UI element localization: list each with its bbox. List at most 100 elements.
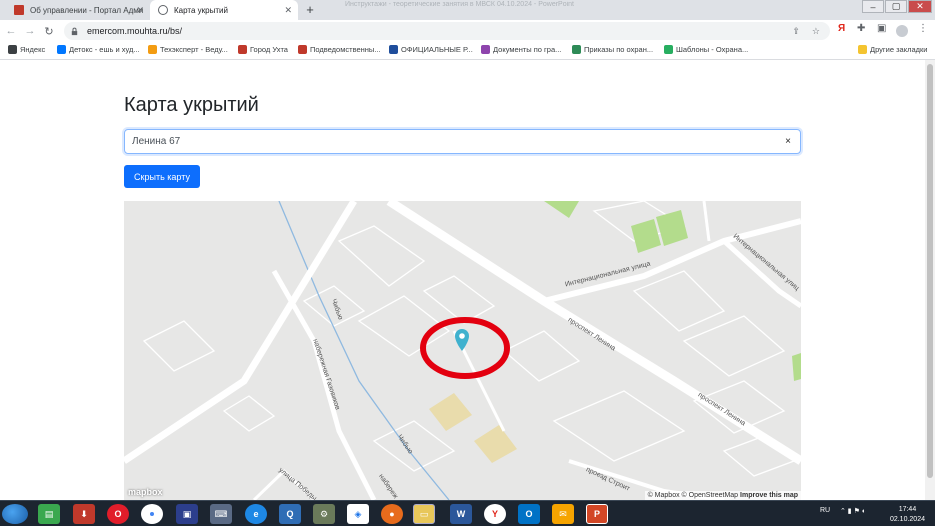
bookmark-star-icon[interactable]: ☆ — [812, 26, 820, 37]
map[interactable]: Интернациональная улица Интернациональна… — [124, 201, 801, 500]
word-icon[interactable]: W — [450, 504, 472, 524]
bookmark-label: Техэксперт - Веду... — [160, 45, 228, 54]
road — [124, 201, 357, 464]
forward-icon[interactable]: → — [22, 25, 38, 37]
map-attribution: © Mapbox © OpenStreetMap Improve this ma… — [644, 491, 801, 500]
park — [656, 210, 688, 246]
powerpoint-icon[interactable]: P — [586, 504, 608, 524]
download-app-icon[interactable]: ⬇ — [73, 504, 95, 524]
hide-map-button[interactable]: Скрыть карту — [124, 165, 200, 188]
attribution-osm[interactable]: © OpenStreetMap — [682, 492, 739, 499]
maximize-button[interactable]: ▢ — [885, 0, 907, 13]
bookmark-item[interactable]: ОФИЦИАЛЬНЫЕ Р... — [389, 45, 473, 54]
scrollbar-thumb[interactable] — [927, 64, 933, 478]
shield-app-icon[interactable]: ◈ — [347, 504, 369, 524]
outlook-icon[interactable]: O — [518, 504, 540, 524]
search-value: Ленина 67 — [132, 136, 181, 147]
bookmark-label: Яндекс — [20, 45, 46, 54]
opera-icon[interactable]: O — [107, 504, 129, 524]
start-button[interactable] — [2, 504, 28, 524]
profile-avatar[interactable] — [896, 25, 908, 37]
taskbar: ▤ ⬇ O ▣ ⌨ e Q ⚙ ◈ ● ▭ W Y O ✉ P RU ⌃ ▮ ⚑… — [0, 500, 935, 526]
lock-icon — [71, 27, 78, 35]
close-tab-icon[interactable]: ✕ — [136, 5, 144, 16]
chrome-icon[interactable] — [141, 504, 163, 524]
bookmark-item[interactable]: Приказы по охран... — [572, 45, 653, 54]
firefox-icon[interactable]: ● — [381, 504, 403, 524]
minimize-button[interactable]: – — [862, 0, 884, 13]
bookmark-item[interactable]: Шаблоны - Охрана... — [664, 45, 748, 54]
close-window-button[interactable]: ✕ — [908, 0, 932, 13]
address-search-input[interactable]: Ленина 67 × — [124, 129, 801, 154]
techexpert-icon — [148, 45, 157, 54]
page-content: Карта укрытий Ленина 67 × Скрыть карту И… — [0, 60, 935, 500]
folder-app-icon[interactable]: ▭ — [413, 504, 435, 524]
close-tab-icon[interactable]: ✕ — [284, 5, 292, 16]
yandex-extension-icon[interactable]: Я — [838, 23, 845, 34]
bookmark-label: Документы по гра... — [493, 45, 562, 54]
clear-icon[interactable]: × — [785, 136, 791, 147]
highlight-circle — [420, 317, 510, 379]
new-tab-button[interactable]: + — [302, 2, 318, 18]
sidepanel-icon[interactable]: ▣ — [877, 23, 886, 34]
official-icon — [389, 45, 398, 54]
map-canvas[interactable] — [124, 201, 801, 500]
yandex-browser-icon[interactable]: Y — [484, 504, 506, 524]
internet-explorer-icon[interactable]: e — [245, 504, 267, 524]
improve-map-link[interactable]: Improve this map — [740, 492, 798, 499]
back-icon[interactable]: ← — [3, 25, 19, 37]
page-title: Карта укрытий — [124, 94, 259, 116]
bookmark-label: Детокс - ешь и худ... — [69, 45, 140, 54]
templates-icon — [664, 45, 673, 54]
tab-title: Карта укрытий — [174, 5, 228, 15]
attribution-mapbox[interactable]: © Mapbox — [648, 492, 680, 499]
share-icon[interactable]: ⇪ — [792, 26, 800, 37]
bookmarks-bar: Яндекс Детокс - ешь и худ... Техэксперт - … — [0, 42, 935, 60]
background-window-title: Инструктажи - теоретические занятия в МВ… — [345, 1, 574, 8]
bookmark-label: Город Ухта — [250, 45, 288, 54]
tab-title: Об управлении - Портал Адми — [30, 5, 144, 15]
language-indicator[interactable]: RU — [820, 507, 830, 514]
tool-app-icon[interactable]: ⚙ — [313, 504, 335, 524]
bookmark-item[interactable]: Яндекс — [8, 45, 45, 54]
save-app-icon[interactable]: ▣ — [176, 504, 198, 524]
mail-icon[interactable]: ✉ — [552, 504, 574, 524]
city-icon — [238, 45, 247, 54]
bookmark-label: Подведомственны... — [310, 45, 381, 54]
park — [631, 219, 661, 253]
bookmark-item[interactable]: Другие закладки — [858, 45, 927, 54]
q-app-icon[interactable]: Q — [279, 504, 301, 524]
bookmark-label: Другие закладки — [870, 45, 928, 54]
reload-icon[interactable]: ↻ — [41, 25, 57, 38]
address-bar[interactable]: emercom.mouhta.ru/bs/ ⇪ ☆ — [64, 22, 830, 40]
bookmark-item[interactable]: Документы по гра... — [481, 45, 561, 54]
page-scrollbar[interactable] — [925, 60, 935, 500]
menu-icon[interactable]: ⋮ — [918, 23, 928, 34]
url-text: emercom.mouhta.ru/bs/ — [87, 26, 183, 36]
tab-admin-portal[interactable]: Об управлении - Портал Адми ✕ — [6, 0, 150, 20]
bookmark-label: Шаблоны - Охрана... — [676, 45, 749, 54]
folder-icon — [858, 45, 867, 54]
bookmark-item[interactable]: Детокс - ешь и худ... — [57, 45, 140, 54]
clock-time: 17:44 — [898, 506, 917, 513]
mapbox-logo[interactable]: mapbox — [128, 487, 163, 497]
road — [702, 201, 711, 242]
city-icon — [298, 45, 307, 54]
bookmark-label: ОФИЦИАЛЬНЫЕ Р... — [401, 45, 473, 54]
tray-icons[interactable]: ⌃ ▮ ⚑ ◐ — [840, 507, 866, 515]
tab-shelter-map[interactable]: Карта укрытий ✕ — [150, 0, 298, 20]
school-area — [474, 425, 517, 463]
bookmark-item[interactable]: Техэксперт - Веду... — [148, 45, 228, 54]
extensions-icon[interactable]: ✚ — [857, 23, 865, 34]
bookmark-item[interactable]: Подведомственны... — [298, 45, 381, 54]
location-marker-icon[interactable] — [455, 329, 469, 351]
tab-strip: Об управлении - Портал Адми ✕ Карта укры… — [0, 0, 935, 20]
clock[interactable]: 17:44 02.10.2024 — [890, 505, 925, 525]
network-app-icon[interactable]: ⌨ — [210, 504, 232, 524]
bookmark-item[interactable]: Город Ухта — [238, 45, 288, 54]
app-green-icon[interactable]: ▤ — [38, 504, 60, 524]
school-area — [429, 393, 472, 431]
clock-date: 02.10.2024 — [889, 516, 925, 523]
park — [792, 353, 801, 381]
road — [722, 239, 801, 309]
